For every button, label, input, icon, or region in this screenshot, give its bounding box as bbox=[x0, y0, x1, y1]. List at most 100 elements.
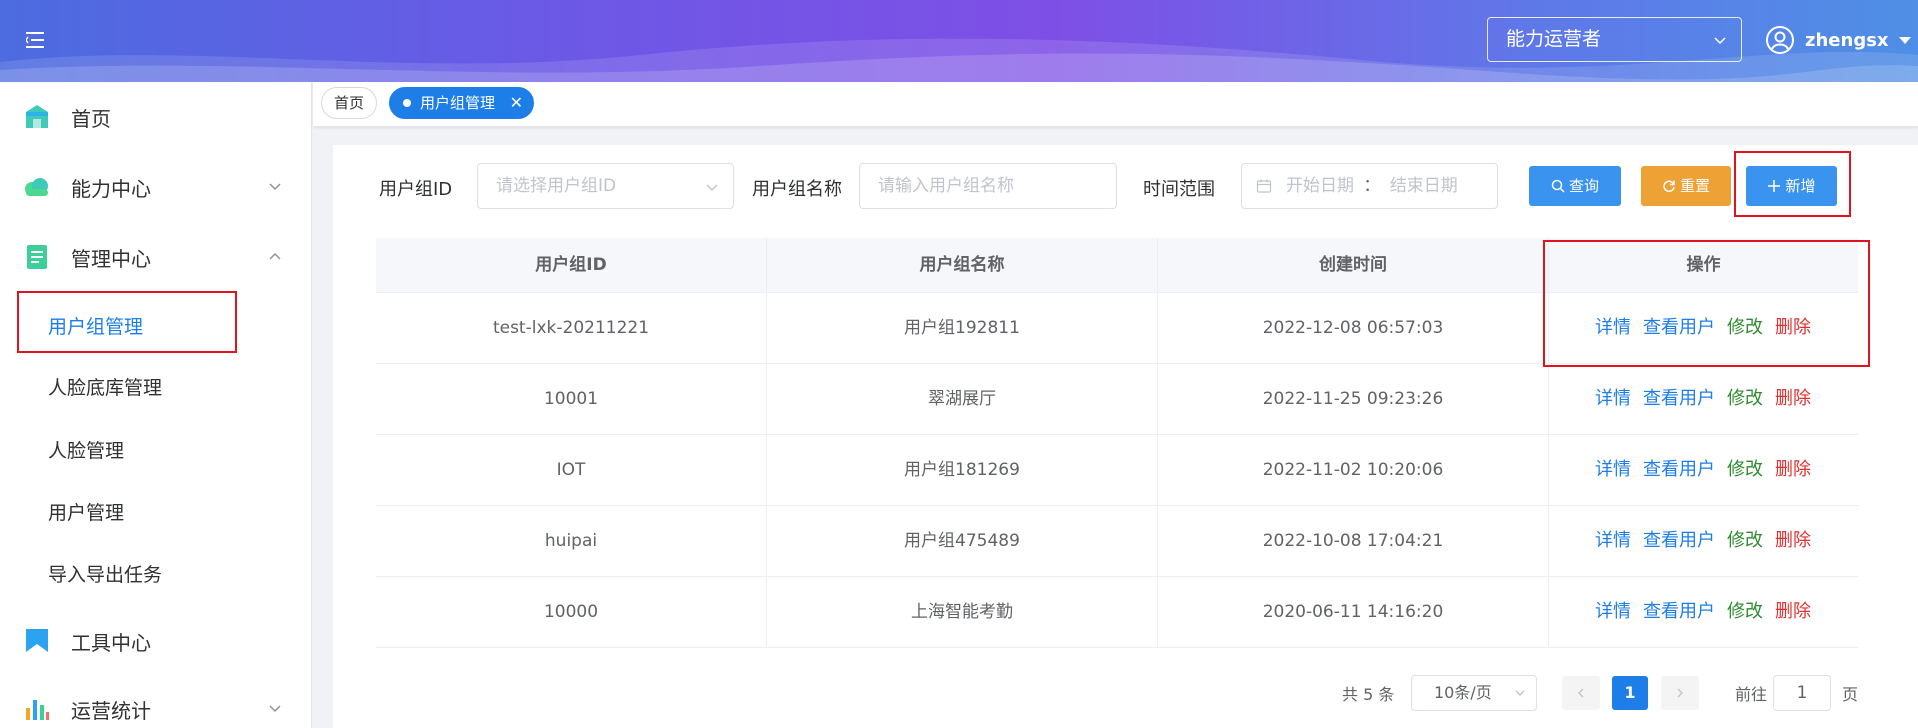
table-row: 10000 上海智能考勤 2020-06-11 14:16:20 详情 查看用户修… bbox=[376, 577, 1858, 648]
date-separator: ： bbox=[1363, 176, 1381, 196]
group-id-select[interactable]: 请选择用户组ID bbox=[477, 163, 734, 209]
table-row: 10001 翠湖展厅 2022-11-25 09:23:26 详情 查看用户 修改删… bbox=[376, 364, 1858, 435]
tab-label: 首页 bbox=[333, 94, 364, 112]
detail-link[interactable]: 详情 bbox=[1595, 459, 1631, 480]
delete-link[interactable]: 删除 bbox=[1775, 530, 1811, 551]
view-users-link[interactable]: 查看用户 bbox=[1643, 530, 1715, 551]
chevron-down-icon bbox=[269, 183, 281, 191]
cell-created-time: 2022-12-08 06:57:03 bbox=[1158, 293, 1549, 363]
tab-home[interactable]: 首页 bbox=[321, 87, 377, 119]
cell-actions: 详情 查看用户 修改 删除 bbox=[1549, 293, 1857, 363]
page-number-current[interactable]: 1 bbox=[1612, 676, 1648, 710]
cell-group-name: 用户组475489 bbox=[767, 506, 1158, 576]
column-header-actions: 操作 bbox=[1549, 238, 1858, 293]
active-dot-icon bbox=[403, 99, 411, 107]
cell-created-time: 2022-11-25 09:23:26 bbox=[1158, 364, 1549, 434]
plus-icon bbox=[1768, 180, 1781, 192]
cell-group-id: test-lxk-20211221 bbox=[376, 293, 767, 363]
delete-link[interactable]: 删除 bbox=[1775, 388, 1811, 409]
view-users-link[interactable]: 查看用户 bbox=[1643, 459, 1715, 480]
table-row: IOT 用户组181269 2022-11-02 10:20:06 详情 查看用户… bbox=[376, 435, 1858, 506]
chevron-down-icon bbox=[1714, 37, 1726, 45]
view-users-link[interactable]: 查看用户 bbox=[1643, 601, 1715, 622]
sidebar-subitem-label: 人脸底库管理 bbox=[48, 377, 163, 399]
sidebar-item-label: 运营统计 bbox=[71, 698, 151, 723]
flag-icon bbox=[26, 629, 48, 652]
cell-group-id: huipai bbox=[376, 506, 767, 576]
detail-link[interactable]: 详情 bbox=[1595, 530, 1631, 551]
role-select-value: 能力运营者 bbox=[1506, 28, 1602, 50]
role-select[interactable]: 能力运营者 bbox=[1487, 17, 1742, 62]
sidebar-item-tool-center[interactable]: 工具中心 bbox=[0, 611, 312, 671]
edit-link[interactable]: 修改 bbox=[1727, 601, 1763, 622]
column-header-group-name: 用户组名称 bbox=[767, 238, 1158, 293]
cell-actions: 详情 查看用户 修改 删除 bbox=[1549, 506, 1857, 576]
sidebar-subitem-label: 人脸管理 bbox=[48, 440, 125, 462]
sidebar-subitem-label: 用户组管理 bbox=[48, 316, 144, 338]
user-name: zhengsx bbox=[1805, 29, 1889, 51]
user-avatar-icon bbox=[1766, 26, 1794, 54]
refresh-icon bbox=[1663, 180, 1675, 193]
column-header-created-time: 创建时间 bbox=[1158, 238, 1549, 293]
pagination-total: 共 5 条 bbox=[1342, 685, 1395, 704]
cell-group-name: 用户组192811 bbox=[767, 293, 1158, 363]
top-header: 能力运营者 zhengsx bbox=[0, 0, 1918, 82]
group-name-placeholder: 请输入用户组名称 bbox=[878, 176, 1014, 196]
detail-link[interactable]: 详情 bbox=[1595, 317, 1631, 338]
add-button[interactable]: 新增 bbox=[1746, 166, 1837, 206]
edit-link[interactable]: 修改 bbox=[1727, 459, 1763, 480]
view-users-link[interactable]: 查看用户 bbox=[1643, 388, 1715, 409]
sidebar-subitem-face-library[interactable]: 人脸底库管理 bbox=[0, 358, 312, 414]
sidebar-item-capability-center[interactable]: 能力中心 bbox=[0, 157, 312, 217]
goto-page-input[interactable]: 1 bbox=[1773, 675, 1831, 711]
sidebar-subitem-user-management[interactable]: 用户管理 bbox=[0, 483, 312, 539]
edit-link[interactable]: 修改 bbox=[1727, 530, 1763, 551]
menu-fold-icon[interactable] bbox=[25, 30, 50, 50]
document-icon bbox=[27, 245, 47, 269]
group-name-label: 用户组名称 bbox=[752, 179, 842, 200]
tab-user-group[interactable]: 用户组管理 ✕ bbox=[389, 87, 534, 119]
query-button[interactable]: 查询 bbox=[1529, 166, 1621, 206]
sidebar-item-management-center[interactable]: 管理中心 bbox=[0, 227, 312, 287]
prev-page-button[interactable] bbox=[1562, 676, 1600, 710]
sidebar-item-operation-stats[interactable]: 运营统计 bbox=[0, 679, 312, 728]
sidebar-subitem-label: 导入导出任务 bbox=[48, 564, 163, 586]
delete-link[interactable]: 删除 bbox=[1775, 317, 1811, 338]
group-id-placeholder: 请选择用户组ID bbox=[496, 176, 617, 196]
delete-link[interactable]: 删除 bbox=[1775, 459, 1811, 480]
edit-link[interactable]: 修改 bbox=[1727, 317, 1763, 338]
end-date-placeholder: 结束日期 bbox=[1389, 176, 1458, 196]
sidebar-subitem-import-export[interactable]: 导入导出任务 bbox=[0, 545, 312, 601]
sidebar-item-label: 首页 bbox=[71, 106, 111, 131]
add-button-label: 新增 bbox=[1785, 177, 1816, 195]
detail-link[interactable]: 详情 bbox=[1595, 601, 1631, 622]
cell-actions: 详情 查看用户 修改 删除 bbox=[1549, 435, 1857, 505]
cell-group-id: 10001 bbox=[376, 364, 767, 434]
table-row: test-lxk-20211221 用户组192811 2022-12-08 0… bbox=[376, 293, 1858, 364]
view-users-link[interactable]: 查看用户 bbox=[1643, 317, 1715, 338]
tabs-bar: 首页 用户组管理 ✕ bbox=[313, 82, 1918, 127]
detail-link[interactable]: 详情 bbox=[1595, 388, 1631, 409]
date-range-picker[interactable]: 开始日期 ： 结束日期 bbox=[1241, 163, 1498, 209]
sidebar-subitem-label: 用户管理 bbox=[48, 502, 125, 524]
user-menu[interactable]: zhengsx bbox=[1765, 22, 1911, 58]
page-size-select[interactable]: 10条/页 bbox=[1411, 675, 1537, 711]
table-row: huipai 用户组475489 2022-10-08 17:04:21 详情查… bbox=[376, 506, 1858, 577]
reset-button[interactable]: 重置 bbox=[1641, 166, 1731, 206]
group-id-label: 用户组ID bbox=[379, 179, 453, 200]
close-icon[interactable]: ✕ bbox=[510, 88, 523, 118]
delete-link[interactable]: 删除 bbox=[1775, 601, 1811, 622]
group-name-input[interactable]: 请输入用户组名称 bbox=[859, 163, 1117, 209]
cell-group-name: 上海智能考勤 bbox=[767, 577, 1158, 647]
sidebar-subitem-user-group[interactable]: 用户组管理 bbox=[0, 297, 312, 353]
next-page-button[interactable] bbox=[1661, 676, 1699, 710]
calendar-icon bbox=[1256, 179, 1272, 193]
start-date-placeholder: 开始日期 bbox=[1286, 176, 1354, 196]
sidebar-item-home[interactable]: 首页 bbox=[0, 87, 312, 147]
chevron-up-icon bbox=[269, 252, 281, 260]
edit-link[interactable]: 修改 bbox=[1727, 388, 1763, 409]
sidebar-item-label: 工具中心 bbox=[71, 630, 151, 655]
sidebar-item-label: 能力中心 bbox=[71, 176, 151, 201]
sidebar-subitem-face-management[interactable]: 人脸管理 bbox=[0, 421, 312, 477]
cell-group-id: 10000 bbox=[376, 577, 767, 647]
